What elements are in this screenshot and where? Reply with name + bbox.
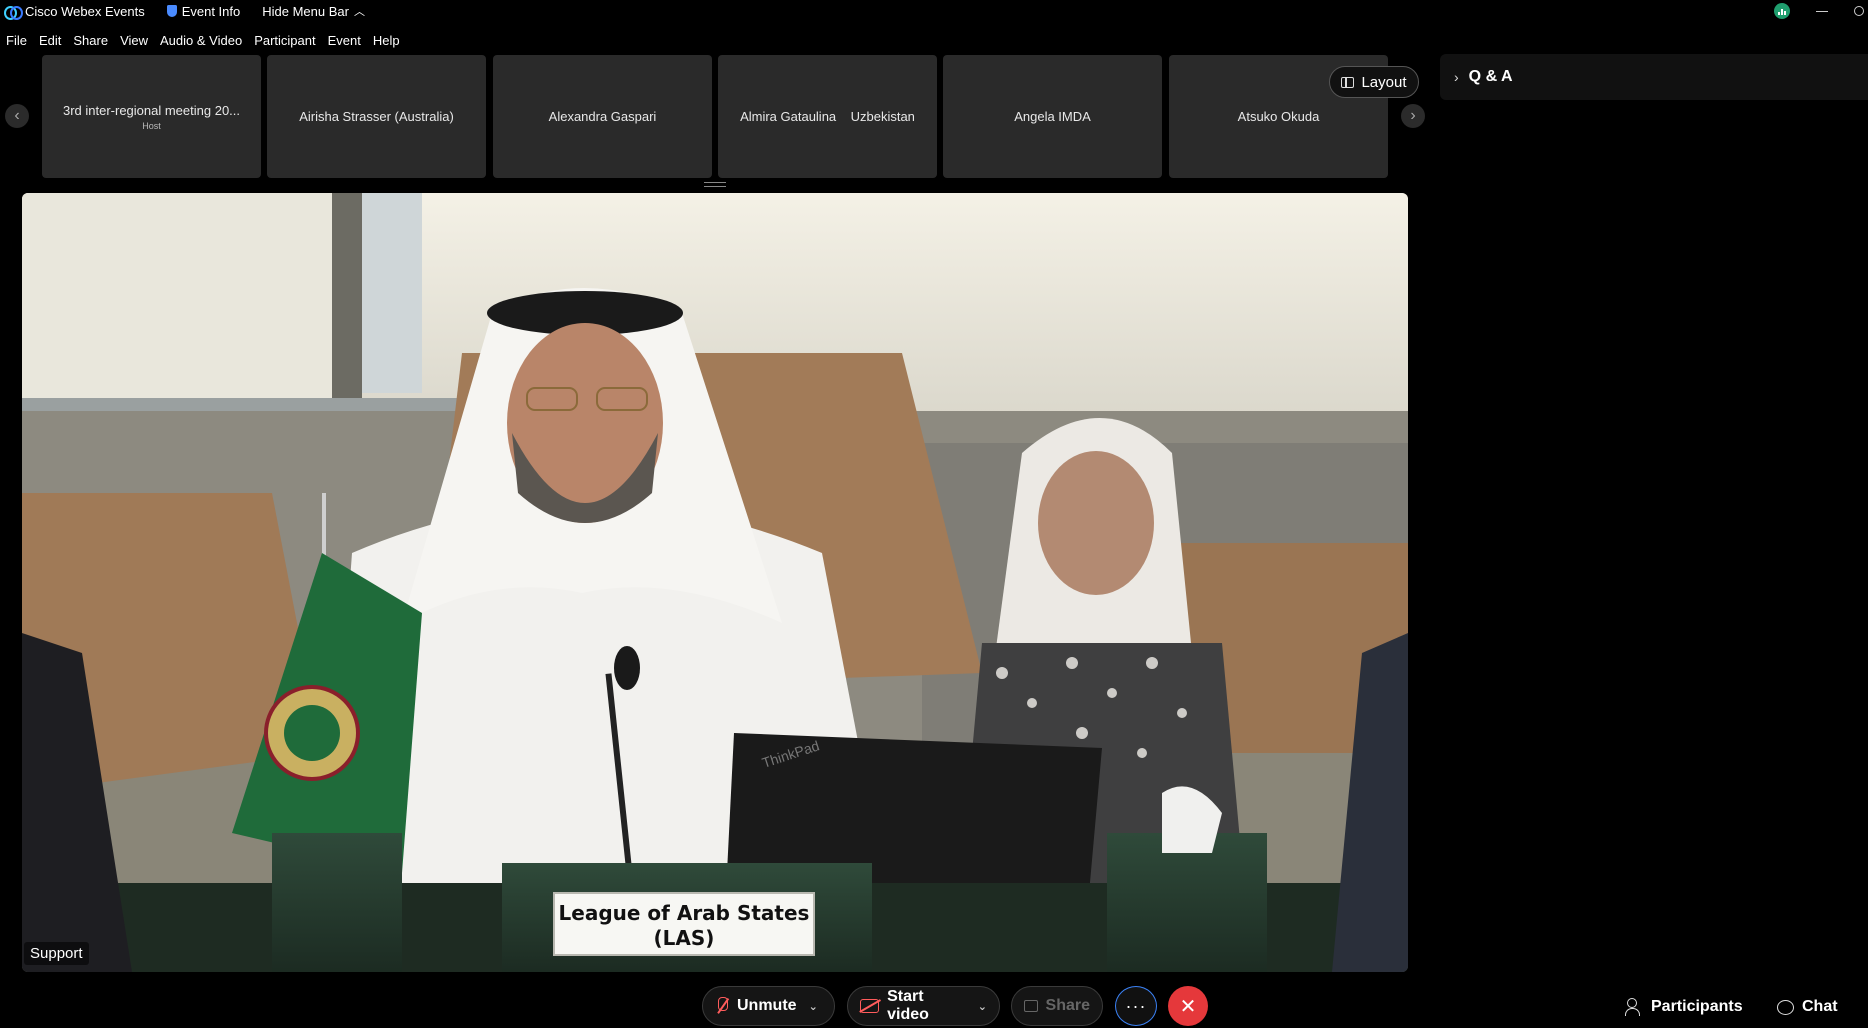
app-title: Cisco Webex Events xyxy=(0,3,145,20)
menu-help[interactable]: Help xyxy=(367,33,406,48)
menu-share[interactable]: Share xyxy=(67,33,114,48)
webex-logo-icon xyxy=(4,5,23,20)
qa-title: Q & A xyxy=(1468,68,1513,85)
thumbnail-role: Host xyxy=(142,120,161,131)
share-icon xyxy=(1024,1000,1038,1012)
ellipsis-icon: ··· xyxy=(1125,995,1147,1016)
thumbnail-name: Airisha Strasser (Australia) xyxy=(299,109,454,124)
share-label: Share xyxy=(1045,997,1090,1014)
thumbnail-name: Alexandra Gaspari xyxy=(548,109,657,124)
nameplate-line-2: (LAS) xyxy=(654,926,715,950)
video-frame: ThinkPad League of Arab States (LAS) xyxy=(22,193,1408,972)
main-video[interactable]: ThinkPad League of Arab States (LAS) xyxy=(22,193,1408,972)
participant-thumbnail[interactable]: 3rd inter-regional meeting 20... Host xyxy=(42,55,261,178)
app-name: Cisco Webex Events xyxy=(25,3,145,19)
participant-thumbnail[interactable]: Alexandra Gaspari xyxy=(493,55,712,178)
scroll-left-button[interactable]: ‹ xyxy=(5,104,29,128)
menu-participant[interactable]: Participant xyxy=(248,33,321,48)
menu-file[interactable]: File xyxy=(0,33,33,48)
participant-thumbnail[interactable]: Almira Gataulina Uzbekistan xyxy=(718,55,937,178)
leave-meeting-button[interactable]: ✕ xyxy=(1168,986,1208,1026)
speaker-name-tag: Support xyxy=(24,942,89,965)
microphone-muted-icon xyxy=(715,997,729,1015)
event-info-label: Event Info xyxy=(181,3,241,19)
chevron-left-icon: ‹ xyxy=(14,107,20,124)
participants-label: Participants xyxy=(1651,998,1743,1015)
hide-menu-bar-label: Hide Menu Bar xyxy=(262,3,349,19)
scroll-right-button[interactable]: › xyxy=(1401,104,1425,128)
chevron-up-icon: ︿ xyxy=(353,6,365,18)
resize-handle[interactable] xyxy=(704,182,726,187)
chat-button[interactable]: Chat xyxy=(1777,994,1838,1020)
chat-icon xyxy=(1777,999,1794,1015)
chevron-down-icon[interactable]: ⌄ xyxy=(809,1000,818,1013)
network-status-icon[interactable] xyxy=(1774,3,1790,19)
start-video-button[interactable]: Start video ⌄ xyxy=(847,986,1000,1026)
chevron-right-icon: › xyxy=(1410,107,1416,124)
participants-icon xyxy=(1625,998,1643,1016)
share-button[interactable]: Share xyxy=(1011,986,1103,1026)
window-control-icon[interactable] xyxy=(1854,6,1864,16)
close-icon: ✕ xyxy=(1179,995,1197,1018)
menu-audio-video[interactable]: Audio & Video xyxy=(154,33,248,48)
thumbnail-name: Almira Gataulina Uzbekistan xyxy=(740,109,915,124)
chevron-down-icon[interactable]: ⌄ xyxy=(978,1000,987,1013)
chevron-right-icon: › xyxy=(1454,69,1459,85)
participant-thumbnail[interactable]: Angela IMDA xyxy=(943,55,1162,178)
participant-thumbnail[interactable]: Airisha Strasser (Australia) xyxy=(267,55,486,178)
layout-label: Layout xyxy=(1361,73,1407,91)
title-bar: Cisco Webex Events Event Info Hide Menu … xyxy=(0,0,1868,22)
thumbnail-name: Atsuko Okuda xyxy=(1237,109,1320,124)
thumbnail-name: 3rd inter-regional meeting 20... xyxy=(62,102,241,118)
chat-label: Chat xyxy=(1802,998,1838,1015)
menu-bar: File Edit Share View Audio & Video Parti… xyxy=(0,30,406,50)
unmute-button[interactable]: Unmute ⌄ xyxy=(702,986,835,1026)
menu-view[interactable]: View xyxy=(114,33,154,48)
more-options-button[interactable]: ··· xyxy=(1115,986,1157,1026)
qa-panel-header[interactable]: › Q & A xyxy=(1440,54,1868,100)
start-video-label: Start video xyxy=(887,988,929,1023)
layout-icon xyxy=(1341,76,1355,88)
unmute-label: Unmute xyxy=(737,997,797,1014)
minimize-icon[interactable] xyxy=(1816,10,1828,12)
nameplate-line-1: League of Arab States xyxy=(559,901,810,925)
shield-icon xyxy=(166,5,177,17)
camera-off-icon xyxy=(860,999,880,1013)
event-info-button[interactable]: Event Info xyxy=(166,3,241,19)
thumbnail-name: Angela IMDA xyxy=(1014,109,1091,124)
participants-button[interactable]: Participants xyxy=(1625,994,1743,1020)
hide-menu-bar-button[interactable]: Hide Menu Bar ︿ xyxy=(262,3,365,19)
menu-event[interactable]: Event xyxy=(322,33,367,48)
layout-button[interactable]: Layout xyxy=(1329,66,1419,98)
menu-edit[interactable]: Edit xyxy=(33,33,67,48)
